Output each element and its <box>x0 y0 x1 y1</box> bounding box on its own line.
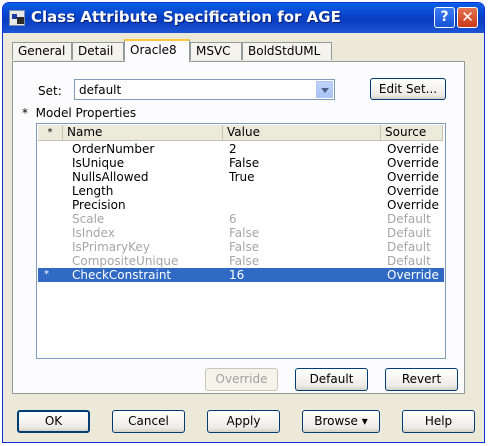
edit-set-button[interactable]: Edit Set... <box>370 78 446 100</box>
set-dropdown[interactable]: default <box>74 79 335 100</box>
row-source: Default <box>387 240 431 254</box>
row-source: Override <box>387 198 439 212</box>
row-name: CheckConstraint <box>72 268 172 282</box>
row-source: Override <box>387 142 439 156</box>
row-source: Override <box>387 170 439 184</box>
header-marker: * <box>38 125 63 141</box>
tab-oracle8[interactable]: Oracle8 <box>124 39 190 62</box>
row-value: 6 <box>229 212 237 226</box>
row-name: Precision <box>72 198 126 212</box>
row-source: Default <box>387 254 431 268</box>
ok-button[interactable]: OK <box>17 410 90 433</box>
table-row[interactable]: NullsAllowed True Override <box>38 170 444 184</box>
table-row[interactable]: IsUnique False Override <box>38 156 444 170</box>
table-row[interactable]: OrderNumber 2 Override <box>38 142 444 156</box>
tab-msvc[interactable]: MSVC <box>190 42 242 60</box>
set-value: default <box>79 83 122 97</box>
header-value[interactable]: Value <box>223 125 381 141</box>
browse-dropdown-button[interactable]: Browse ▾ <box>302 410 380 433</box>
row-source: Default <box>387 212 431 226</box>
tab-boldstduml[interactable]: BoldStdUML <box>242 42 332 60</box>
row-value: False <box>229 240 260 254</box>
model-properties-label: Model Properties <box>35 106 137 120</box>
model-properties-marker: * <box>22 106 28 120</box>
tab-general[interactable]: General <box>12 42 72 60</box>
cancel-button[interactable]: Cancel <box>112 410 185 433</box>
override-button[interactable]: Override <box>205 368 278 391</box>
header-name[interactable]: Name <box>63 125 223 141</box>
row-source: Override <box>387 184 439 198</box>
chevron-down-icon[interactable] <box>316 81 333 98</box>
apply-button[interactable]: Apply <box>207 410 280 433</box>
row-value: 16 <box>229 268 245 282</box>
table-row[interactable]: Scale 6 Default <box>38 212 444 226</box>
table-row[interactable]: Length Override <box>38 184 444 198</box>
row-name: Scale <box>72 212 105 226</box>
row-source: Override <box>387 268 439 282</box>
properties-grid[interactable]: * Name Value Source OrderNumber 2 Overri… <box>36 123 446 359</box>
row-marker: * <box>44 269 49 280</box>
title-bar[interactable]: Class Attribute Specification for AGE ? … <box>3 3 484 33</box>
table-row-selected[interactable]: * CheckConstraint 16 Override <box>38 268 444 282</box>
row-name: IsUnique <box>72 156 125 170</box>
table-row[interactable]: Precision Override <box>38 198 444 212</box>
window-title: Class Attribute Specification for AGE <box>31 8 341 26</box>
row-name: IsPrimaryKey <box>72 240 150 254</box>
row-name: IsIndex <box>72 226 115 240</box>
row-name: OrderNumber <box>72 142 155 156</box>
row-value: False <box>229 156 260 170</box>
row-source: Override <box>387 156 439 170</box>
row-name: Length <box>72 184 114 198</box>
table-row[interactable]: IsPrimaryKey False Default <box>38 240 444 254</box>
help-button[interactable]: Help <box>402 410 475 433</box>
table-row[interactable]: IsIndex False Default <box>38 226 444 240</box>
row-name: CompositeUnique <box>72 254 179 268</box>
set-label: Set: <box>38 84 62 98</box>
row-value: True <box>229 170 255 184</box>
row-name: NullsAllowed <box>72 170 149 184</box>
revert-button[interactable]: Revert <box>385 368 458 391</box>
tab-detail[interactable]: Detail <box>72 42 124 60</box>
header-source[interactable]: Source <box>381 125 443 141</box>
table-row[interactable]: CompositeUnique False Default <box>38 254 444 268</box>
model-properties-heading: * Model Properties <box>22 106 136 120</box>
row-source: Default <box>387 226 431 240</box>
row-value: 2 <box>229 142 237 156</box>
close-button[interactable]: ✕ <box>457 7 478 28</box>
row-value: False <box>229 254 260 268</box>
class-attribute-icon <box>9 10 25 26</box>
default-button[interactable]: Default <box>295 368 368 391</box>
row-value: False <box>229 226 260 240</box>
help-title-button[interactable]: ? <box>434 7 455 28</box>
